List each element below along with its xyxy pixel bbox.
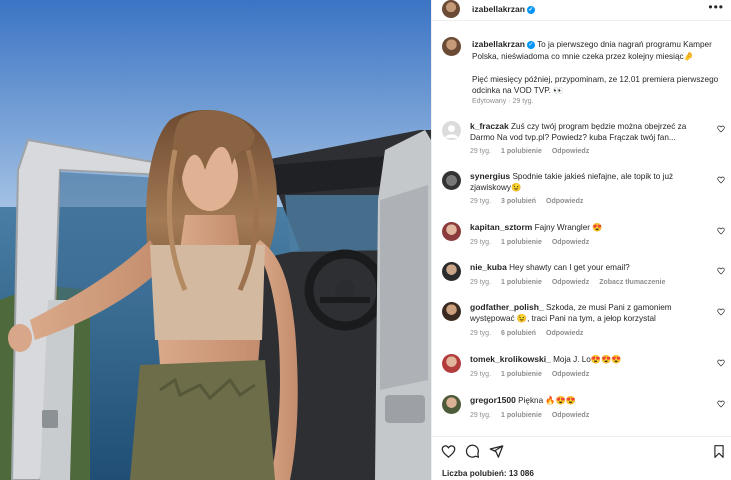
reply-button[interactable]: Odpowiedz <box>546 330 583 337</box>
comment-like-heart-icon[interactable] <box>717 400 725 408</box>
comment-body: kapitan_sztorm Fajny Wrangler 😍 <box>470 222 702 233</box>
commenter-username[interactable]: gregor1500 <box>470 395 516 405</box>
verified-badge-icon: ✓ <box>526 5 535 14</box>
comment-icon[interactable] <box>465 444 480 459</box>
caption-author-username[interactable]: izabellakrzan <box>472 39 525 49</box>
bookmark-icon[interactable] <box>712 444 726 459</box>
comment-meta: 29 tyg. 1 polubienie Odpowiedz <box>470 239 589 246</box>
commenter-username[interactable]: nie_kuba <box>470 262 507 272</box>
comment-age[interactable]: 29 tyg. <box>470 279 491 286</box>
caption-edited-time: Edytowany · 29 tyg. <box>472 98 534 105</box>
comment-meta: 29 tyg. 1 polubienie Odpowiedz <box>470 148 589 155</box>
comment-like-heart-icon[interactable] <box>717 308 725 316</box>
comment-meta: 29 tyg. 1 polubienie Odpowiedz <box>470 371 589 378</box>
comment-age[interactable]: 29 tyg. <box>470 239 491 246</box>
comment-meta: 29 tyg. 6 polubień Odpowiedz <box>470 330 583 337</box>
comment-likes[interactable]: 1 polubienie <box>501 279 542 286</box>
post-header: izabellakrzan ✓ ••• <box>432 0 731 18</box>
author-username-text[interactable]: izabellakrzan <box>472 4 525 14</box>
comment-likes[interactable]: 1 polubienie <box>501 148 542 155</box>
comment-like-heart-icon[interactable] <box>717 125 725 133</box>
commenter-username[interactable]: synergius <box>470 171 510 181</box>
comment-text: Moja J. Lo😍😍😍 <box>553 355 622 364</box>
comment-likes[interactable]: 1 polubienie <box>501 412 542 419</box>
share-icon[interactable] <box>489 444 504 459</box>
reply-button[interactable]: Odpowiedz <box>552 239 589 246</box>
caption-author-avatar[interactable] <box>442 37 461 56</box>
commenter-username[interactable]: k_fraczak <box>470 121 509 131</box>
more-icon[interactable]: ••• <box>708 0 724 14</box>
comment-body: nie_kuba Hey shawty can I get your email… <box>470 262 702 273</box>
comment-meta: 29 tyg. 1 polubienie Odpowiedz Zobacz tł… <box>470 279 665 286</box>
comment-age[interactable]: 29 tyg. <box>470 330 491 337</box>
comment-meta: 29 tyg. 1 polubienie Odpowiedz <box>470 412 589 419</box>
author-username[interactable]: izabellakrzan ✓ <box>472 4 535 14</box>
see-translation-button[interactable]: Zobacz tłumaczenie <box>599 279 665 286</box>
reply-button[interactable]: Odpowiedz <box>552 412 589 419</box>
reply-button[interactable]: Odpowiedz <box>546 198 583 205</box>
comment-likes[interactable]: 3 polubień <box>501 198 536 205</box>
commenter-avatar[interactable] <box>442 302 461 321</box>
comment-body: tomek_krolikowski_ Moja J. Lo😍😍😍 <box>470 354 702 365</box>
comment-text: Fajny Wrangler 😍 <box>534 223 603 232</box>
comment-likes[interactable]: 6 polubień <box>501 330 536 337</box>
commenter-avatar[interactable] <box>442 121 461 140</box>
commenter-avatar[interactable] <box>442 262 461 281</box>
reply-button[interactable]: Odpowiedz <box>552 371 589 378</box>
default-user-icon <box>445 125 458 138</box>
comment-like-heart-icon[interactable] <box>717 227 725 235</box>
reply-button[interactable]: Odpowiedz <box>552 279 589 286</box>
comment-age[interactable]: 29 tyg. <box>470 198 491 205</box>
comment-body: synergius Spodnie takie jakieś niefajne,… <box>470 171 702 193</box>
likes-count[interactable]: Liczba polubień: 13 086 <box>442 469 534 478</box>
reply-button[interactable]: Odpowiedz <box>552 148 589 155</box>
comment-age[interactable]: 29 tyg. <box>470 371 491 378</box>
verified-badge-icon: ✓ <box>526 40 535 49</box>
actions-divider <box>432 436 731 437</box>
comment-body: k_fraczak Zuś czy twój program będzie mo… <box>470 121 702 143</box>
post-sidebar: izabellakrzan ✓ ••• izabellakrzan ✓ To ja … <box>431 0 731 480</box>
commenter-avatar[interactable] <box>442 222 461 241</box>
comment-text: Piękna 🔥😍😍 <box>518 396 577 405</box>
comment-age[interactable]: 29 tyg. <box>470 148 491 155</box>
author-avatar[interactable] <box>442 0 460 18</box>
commenter-avatar[interactable] <box>442 171 461 190</box>
heart-icon[interactable] <box>441 444 456 459</box>
commenter-username[interactable]: godfather_polish_ <box>470 302 544 312</box>
comment-like-heart-icon[interactable] <box>717 267 725 275</box>
post-photo[interactable] <box>0 0 431 480</box>
comment-likes[interactable]: 1 polubienie <box>501 371 542 378</box>
commenter-avatar[interactable] <box>442 354 461 373</box>
commenter-username[interactable]: kapitan_sztorm <box>470 222 532 232</box>
post-photo-illustration <box>0 0 431 480</box>
commenter-username[interactable]: tomek_krolikowski_ <box>470 354 551 364</box>
comment-like-heart-icon[interactable] <box>717 359 725 367</box>
post-action-bar <box>432 442 731 462</box>
comment-body: godfather_polish_ Szkoda, ze musi Pani z… <box>470 302 702 324</box>
commenter-avatar[interactable] <box>442 395 461 414</box>
comment-like-heart-icon[interactable] <box>717 176 725 184</box>
comment-likes[interactable]: 1 polubienie <box>501 239 542 246</box>
caption-text-2: Pięć miesięcy później, przypominam, ze 1… <box>472 74 719 96</box>
header-divider <box>432 20 731 21</box>
comment-text: Hey shawty can I get your email? <box>509 263 630 272</box>
comment-age[interactable]: 29 tyg. <box>470 412 491 419</box>
comment-body: gregor1500 Piękna 🔥😍😍 <box>470 395 702 406</box>
comment-meta: 29 tyg. 3 polubień Odpowiedz <box>470 198 583 205</box>
